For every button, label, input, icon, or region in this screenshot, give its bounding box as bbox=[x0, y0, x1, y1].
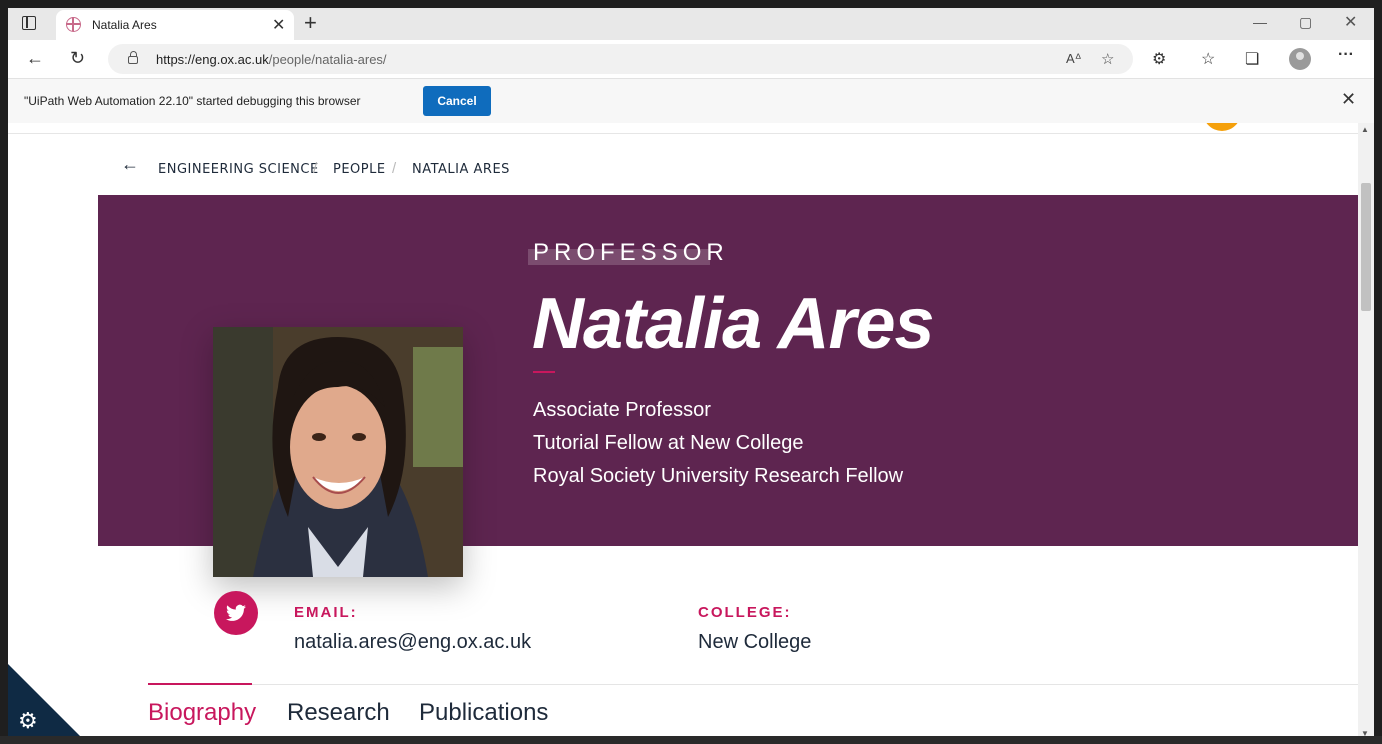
read-aloud-icon[interactable]: Aᐞ bbox=[1066, 51, 1082, 67]
tab-title: Natalia Ares bbox=[92, 18, 157, 32]
college-value: New College bbox=[698, 631, 812, 653]
collections-icon[interactable]: ❏ bbox=[1245, 49, 1259, 69]
scroll-thumb[interactable] bbox=[1361, 183, 1371, 311]
address-bar[interactable]: https://eng.ox.ac.uk/people/natalia-ares… bbox=[108, 44, 1133, 74]
favorites-icon[interactable]: ☆ bbox=[1201, 49, 1215, 69]
new-tab-icon[interactable]: + bbox=[304, 10, 317, 36]
profile-role: Tutorial Fellow at New College bbox=[533, 432, 804, 454]
search-badge-icon[interactable] bbox=[1203, 123, 1241, 131]
header-divider bbox=[8, 133, 1358, 134]
favorite-add-icon[interactable]: ☆ bbox=[1101, 50, 1114, 68]
breadcrumb-separator: / bbox=[313, 160, 318, 177]
twitter-button[interactable] bbox=[214, 591, 258, 635]
profile-name: Natalia Ares bbox=[532, 284, 935, 364]
restore-icon[interactable]: ▢ bbox=[1299, 14, 1312, 31]
profile-photo bbox=[213, 327, 463, 577]
site-favicon-icon bbox=[66, 17, 81, 32]
email-label: EMAIL: bbox=[294, 604, 358, 621]
profile-role: Royal Society University Research Fellow bbox=[533, 465, 904, 487]
taskbar-edge bbox=[0, 736, 1382, 744]
profile-role: Associate Professor bbox=[533, 399, 711, 421]
lock-icon[interactable] bbox=[128, 51, 138, 64]
tab-research[interactable]: Research bbox=[287, 699, 390, 727]
browser-tab[interactable]: Natalia Ares ✕ bbox=[56, 10, 294, 40]
tab-publications[interactable]: Publications bbox=[419, 699, 548, 727]
infobar-close-icon[interactable]: ✕ bbox=[1341, 89, 1356, 110]
tab-actions-icon[interactable] bbox=[22, 16, 36, 30]
profile-icon[interactable] bbox=[1289, 48, 1311, 70]
page-content: ← ENGINEERING SCIENCE / PEOPLE / NATALIA… bbox=[8, 123, 1358, 744]
address-toolbar: ← ↻ https://eng.ox.ac.uk/people/natalia-… bbox=[8, 40, 1374, 78]
extensions-icon[interactable]: ⚙ bbox=[1152, 49, 1166, 69]
accent-divider bbox=[533, 371, 555, 373]
breadcrumb-current: NATALIA ARES bbox=[412, 162, 510, 177]
tabs-divider bbox=[148, 684, 1358, 685]
cookie-settings-icon[interactable]: ⚙ bbox=[18, 708, 38, 734]
profile-rank: PROFESSOR bbox=[533, 239, 729, 266]
tab-close-icon[interactable]: ✕ bbox=[272, 15, 285, 35]
url-text[interactable]: https://eng.ox.ac.uk/people/natalia-ares… bbox=[156, 52, 387, 67]
debug-infobar: "UiPath Web Automation 22.10" started de… bbox=[8, 78, 1374, 124]
back-icon[interactable]: ← bbox=[26, 48, 44, 69]
scroll-up-icon[interactable]: ▲ bbox=[1361, 125, 1369, 134]
active-tab-indicator bbox=[148, 683, 252, 685]
breadcrumb-engineering[interactable]: ENGINEERING SCIENCE bbox=[158, 162, 319, 177]
browser-window: Natalia Ares ✕ + — ▢ ✕ ← ↻ https://eng.o… bbox=[8, 8, 1374, 744]
tab-biography[interactable]: Biography bbox=[148, 699, 256, 727]
tab-strip: Natalia Ares ✕ + — ▢ ✕ bbox=[8, 8, 1374, 40]
cancel-button[interactable]: Cancel bbox=[423, 86, 491, 116]
twitter-icon bbox=[226, 604, 246, 621]
page-scrollbar[interactable]: ▲ ▼ bbox=[1358, 123, 1374, 744]
infobar-message: "UiPath Web Automation 22.10" started de… bbox=[24, 94, 361, 108]
breadcrumb-separator: / bbox=[392, 160, 397, 177]
more-icon[interactable]: ··· bbox=[1338, 46, 1354, 64]
college-label: COLLEGE: bbox=[698, 604, 792, 621]
refresh-icon[interactable]: ↻ bbox=[70, 48, 85, 69]
breadcrumb-people[interactable]: PEOPLE bbox=[333, 162, 386, 177]
minimize-icon[interactable]: — bbox=[1253, 14, 1267, 30]
email-link[interactable]: natalia.ares@eng.ox.ac.uk bbox=[294, 631, 531, 654]
close-window-icon[interactable]: ✕ bbox=[1344, 12, 1357, 32]
breadcrumb-back-icon[interactable]: ← bbox=[121, 154, 139, 175]
